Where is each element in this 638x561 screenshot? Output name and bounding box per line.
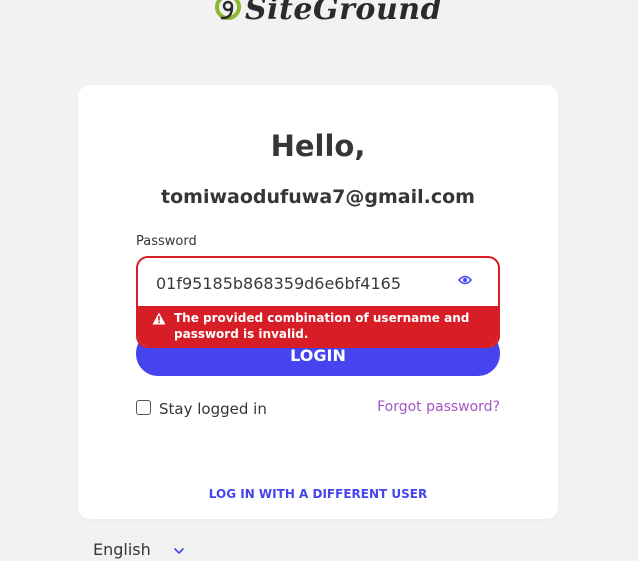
password-label: Password [136, 234, 197, 249]
logo-mark-icon [215, 0, 241, 20]
warning-icon [152, 312, 166, 325]
password-input[interactable] [156, 270, 408, 296]
login-card: Hello, tomiwaodufuwa7@gmail.com Password… [78, 85, 558, 519]
siteground-logo: SiteGround [213, 0, 442, 28]
stay-logged-in-option[interactable]: Stay logged in [136, 396, 267, 418]
login-page: SiteGround Hello, tomiwaodufuwa7@gmail.c… [0, 0, 638, 561]
greeting-heading: Hello, [270, 129, 366, 163]
stay-logged-in-checkbox[interactable] [136, 399, 151, 415]
different-user-link[interactable]: LOG IN WITH A DIFFERENT USER [78, 487, 558, 501]
chevron-down-icon [173, 547, 184, 555]
forgot-password-link[interactable]: Forgot password? [377, 399, 500, 415]
eye-icon[interactable] [458, 274, 472, 286]
password-field: The provided combination of username and… [136, 256, 500, 348]
logo-wordmark: SiteGround [245, 0, 443, 27]
language-label: English [93, 540, 151, 559]
language-selector[interactable]: English [93, 540, 185, 559]
error-message: The provided combination of username and… [174, 311, 470, 341]
account-email: tomiwaodufuwa7@gmail.com [161, 186, 475, 208]
error-banner: The provided combination of username and… [138, 306, 498, 346]
stay-logged-in-label: Stay logged in [159, 400, 267, 418]
